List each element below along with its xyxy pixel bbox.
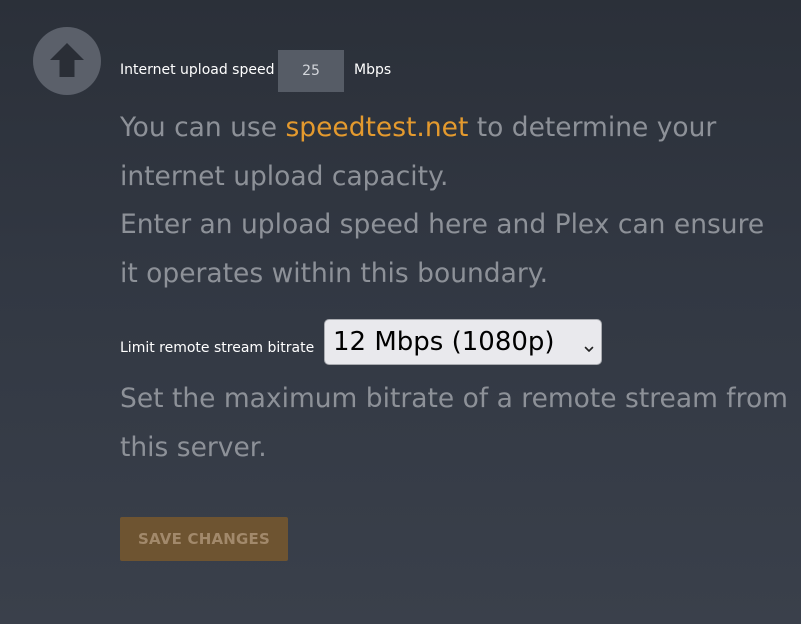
upload-speed-unit: Mbps [354, 62, 392, 78]
help-text-boundary: Enter an upload speed here and Plex can … [120, 209, 765, 289]
upload-help-text: You can use speedtest.net to determine y… [120, 104, 790, 298]
upload-arrow-icon [33, 27, 101, 95]
chevron-down-icon [584, 338, 594, 357]
bitrate-select[interactable]: 12 Mbps (1080p) [324, 319, 602, 365]
upload-speed-label: Internet upload speed [120, 62, 275, 78]
bitrate-selected-value: 12 Mbps (1080p) [333, 327, 555, 357]
bitrate-limit-label: Limit remote stream bitrate [120, 340, 315, 356]
bitrate-help-text: Set the maximum bitrate of a remote stre… [120, 383, 788, 463]
save-changes-button[interactable]: SAVE CHANGES [120, 517, 288, 561]
help-text-before-link: You can use [120, 112, 286, 143]
upload-speed-input[interactable] [278, 50, 344, 92]
speedtest-link[interactable]: speedtest.net [285, 112, 468, 143]
